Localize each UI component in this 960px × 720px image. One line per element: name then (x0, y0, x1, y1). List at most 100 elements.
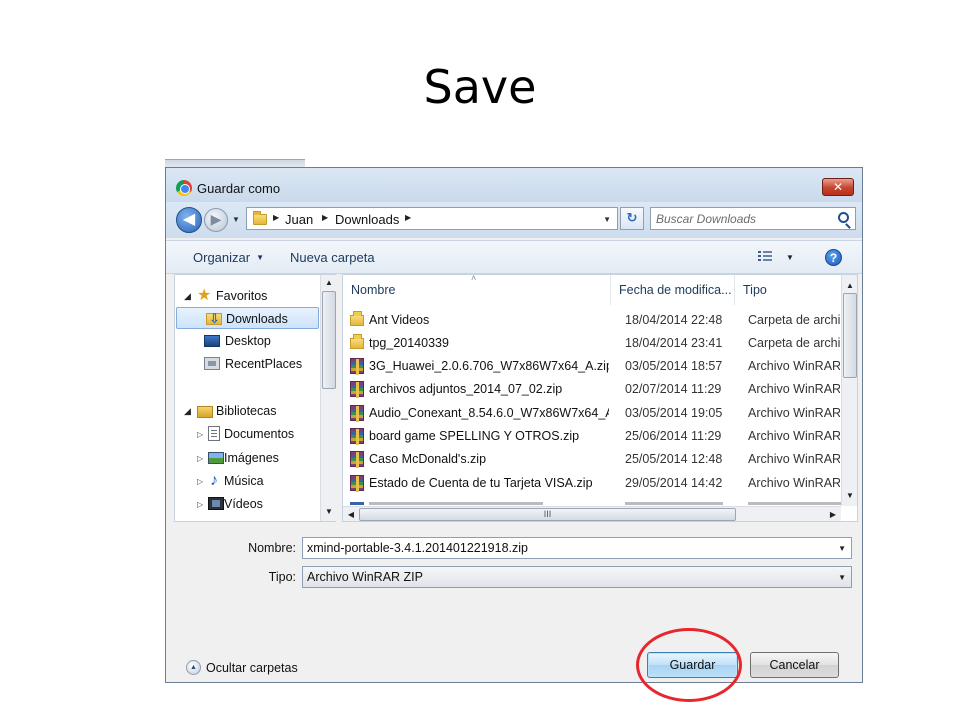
search-box[interactable] (650, 207, 856, 230)
scroll-right-arrow[interactable]: ▶ (825, 510, 841, 519)
sidebar-item-label: RecentPlaces (225, 357, 303, 371)
file-row[interactable]: board game SPELLING Y OTROS.zip 25/06/20… (343, 425, 841, 448)
help-icon[interactable]: ? (825, 249, 842, 266)
file-name: 3G_Huawei_2.0.6.706_W7x86W7x64_A.zip (369, 359, 609, 373)
winrar-zip-icon (350, 381, 364, 398)
address-dropdown[interactable]: ▼ (603, 215, 611, 224)
sidebar-item-documents[interactable]: ▷ Documentos (175, 423, 320, 445)
forward-button[interactable]: ▶ (204, 208, 228, 232)
collapse-icon[interactable]: ◢ (184, 406, 191, 417)
column-header-date[interactable]: Fecha de modifica... (611, 275, 735, 305)
scroll-down-arrow[interactable]: ▼ (321, 507, 337, 516)
file-date: 18/04/2014 22:48 (625, 313, 723, 327)
chevron-down-icon[interactable]: ▼ (838, 544, 846, 553)
breadcrumb-juan[interactable]: Juan (285, 212, 313, 227)
cancel-button[interactable]: Cancelar (750, 652, 839, 678)
sort-ascending-icon: ˄ (471, 274, 477, 283)
collapse-icon[interactable]: ◢ (184, 291, 191, 302)
file-name-label: Nombre: (248, 541, 296, 555)
address-bar[interactable]: ▶ Juan ▶ Downloads ▶ ▼ (246, 207, 618, 230)
slide-title: Save (423, 60, 537, 114)
address-row: ◀ ▶ ▼ ▶ Juan ▶ Downloads ▶ ▼ ↻ (166, 202, 862, 238)
file-type: Carpeta de archivos (748, 313, 840, 327)
file-date: 02/07/2014 11:29 (625, 382, 722, 396)
navigation-pane: ◢ ★ Favoritos Downloads Desktop RecentPl… (174, 274, 336, 522)
save-as-dialog: Guardar como ✕ ◀ ▶ ▼ ▶ Juan ▶ Downloads … (165, 167, 863, 683)
file-row[interactable]: tpg_20140339 18/04/2014 23:41 Carpeta de… (343, 332, 841, 355)
file-list-horizontal-scrollbar[interactable]: ◀ III ▶ (343, 506, 841, 521)
expand-icon[interactable]: ▷ (197, 500, 203, 509)
file-date: 18/04/2014 23:41 (625, 336, 723, 350)
file-type-select[interactable]: Archivo WinRAR ZIP ▼ (302, 566, 852, 588)
libraries-icon (197, 406, 213, 418)
downloads-folder-icon (253, 211, 267, 225)
sidebar-item-pictures[interactable]: ▷ Imágenes (175, 447, 320, 469)
file-type: Archivo WinRAR ZIP (748, 476, 840, 490)
back-button[interactable]: ◀ (176, 207, 202, 233)
column-header-type[interactable]: Tipo (735, 275, 841, 305)
chevron-down-icon[interactable]: ▼ (838, 573, 846, 582)
sidebar-item-label: Downloads (226, 312, 288, 326)
column-header-label: Tipo (743, 283, 767, 297)
folder-icon (350, 311, 364, 326)
scroll-thumb[interactable] (843, 293, 857, 378)
scroll-up-arrow[interactable]: ▲ (321, 278, 337, 287)
recent-locations-dropdown[interactable]: ▼ (232, 215, 240, 224)
new-folder-button[interactable]: Nueva carpeta (290, 250, 375, 265)
view-dropdown[interactable]: ▼ (786, 253, 794, 262)
scroll-down-arrow[interactable]: ▼ (842, 491, 857, 500)
expand-icon[interactable]: ▷ (197, 430, 203, 439)
breadcrumb-separator[interactable]: ▶ (273, 213, 279, 222)
file-type: Archivo WinRAR ZIP (748, 359, 840, 373)
scroll-left-arrow[interactable]: ◀ (343, 510, 359, 519)
organize-button[interactable]: Organizar ▼ (193, 250, 264, 265)
column-header-label: Fecha de modifica... (619, 283, 732, 297)
scroll-thumb[interactable]: III (359, 508, 736, 521)
sidebar-item-videos[interactable]: ▷ Vídeos (175, 493, 320, 515)
file-list-vertical-scrollbar[interactable]: ▲ ▼ (841, 275, 857, 506)
sidebar-item-label: Desktop (225, 334, 271, 348)
file-type: Archivo WinRAR ZIP (748, 429, 840, 443)
file-row[interactable]: archivos adjuntos_2014_07_02.zip 02/07/2… (343, 378, 841, 401)
file-name-input[interactable] (307, 540, 807, 556)
downloads-folder-icon (206, 311, 222, 327)
videos-icon (208, 497, 224, 510)
chrome-icon (176, 180, 192, 196)
file-name: board game SPELLING Y OTROS.zip (369, 429, 580, 443)
save-button[interactable]: Guardar (647, 652, 738, 678)
breadcrumb-downloads[interactable]: Downloads (335, 212, 399, 227)
expand-icon[interactable]: ▷ (197, 477, 203, 486)
file-type-label: Tipo: (268, 570, 296, 584)
pictures-icon (208, 452, 224, 464)
refresh-button[interactable]: ↻ (620, 207, 644, 230)
view-options-icon[interactable] (758, 251, 772, 263)
file-row[interactable]: Caso McDonald's.zip 25/05/2014 12:48 Arc… (343, 448, 841, 471)
file-name-field[interactable]: ▼ (302, 537, 852, 559)
scroll-up-arrow[interactable]: ▲ (842, 281, 857, 290)
file-row[interactable]: Audio_Conexant_8.54.6.0_W7x86W7x64_A... … (343, 402, 841, 425)
sidebar-group-libraries[interactable]: ◢ Bibliotecas (175, 400, 320, 422)
search-input[interactable] (656, 211, 826, 227)
file-row[interactable]: Ant Videos 18/04/2014 22:48 Carpeta de a… (343, 309, 841, 332)
navigation-scrollbar[interactable]: ▲ ▼ (320, 275, 336, 521)
close-button[interactable]: ✕ (822, 178, 854, 196)
sidebar-item-desktop[interactable]: Desktop (175, 330, 320, 352)
file-name: Audio_Conexant_8.54.6.0_W7x86W7x64_A... (369, 406, 609, 420)
breadcrumb-separator[interactable]: ▶ (322, 213, 328, 222)
file-row[interactable]: Estado de Cuenta de tu Tarjeta VISA.zip … (343, 472, 841, 495)
sidebar-item-downloads[interactable]: Downloads (176, 307, 319, 329)
hide-folders-button[interactable]: Ocultar carpetas (206, 661, 298, 675)
file-date: 25/05/2014 12:48 (625, 452, 723, 466)
column-header-name[interactable]: Nombre ˄ (343, 275, 611, 305)
sidebar-item-label: Música (224, 474, 264, 488)
scroll-thumb[interactable] (322, 291, 336, 389)
sidebar-group-favorites[interactable]: ◢ ★ Favoritos (175, 285, 320, 307)
file-date: 25/06/2014 11:29 (625, 429, 722, 443)
file-row[interactable]: 3G_Huawei_2.0.6.706_W7x86W7x64_A.zip 03/… (343, 355, 841, 378)
hide-folders-icon[interactable]: ▲ (186, 660, 201, 675)
sidebar-item-recent-places[interactable]: RecentPlaces (175, 353, 320, 375)
sidebar-item-music[interactable]: ▷ ♪ Música (175, 470, 320, 492)
search-icon[interactable] (838, 212, 849, 223)
expand-icon[interactable]: ▷ (197, 454, 203, 463)
breadcrumb-separator[interactable]: ▶ (405, 213, 411, 222)
